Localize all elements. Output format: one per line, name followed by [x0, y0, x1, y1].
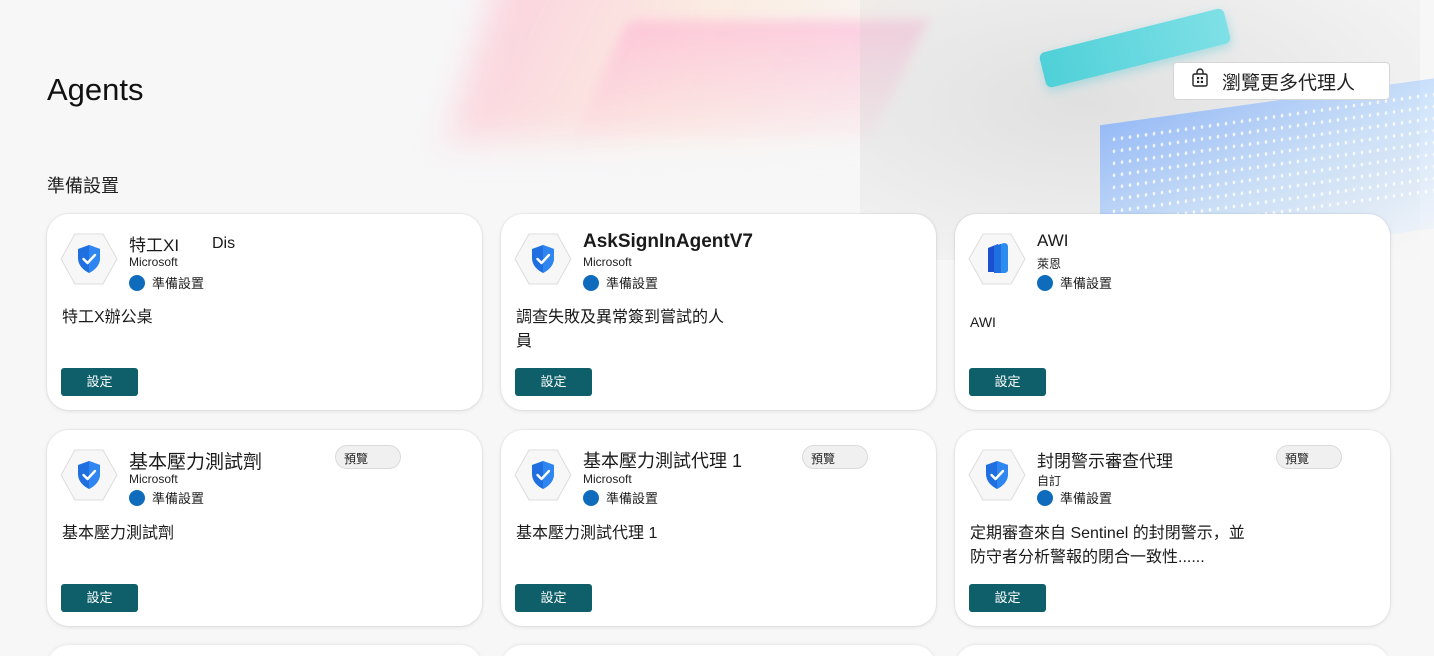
status-dot-icon	[583, 274, 599, 291]
agent-card-partial[interactable]	[47, 645, 482, 656]
page-title: Agents	[47, 72, 144, 107]
document-icon	[968, 232, 1026, 286]
agent-card-partial[interactable]	[501, 645, 936, 656]
shield-check-icon	[514, 448, 572, 502]
agent-card[interactable]: 基本壓力測試劑 預覽 Microsoft 準備設置 基本壓力測試劑 設定	[47, 430, 482, 626]
agent-card-partial[interactable]	[955, 645, 1390, 656]
agent-publisher: 自訂	[1037, 474, 1062, 488]
agent-name: AWI	[1037, 231, 1069, 250]
agent-description: 調查失敗及異常簽到嘗試的人員	[516, 309, 725, 350]
setup-button[interactable]: 設定	[61, 584, 138, 612]
agent-description: AWI	[970, 314, 996, 330]
agent-name: 基本壓力測試劑	[129, 452, 263, 473]
agent-description: 定期審查來自 Sentinel 的封閉警示，並防守者分析警報的閉合一致性....…	[970, 525, 1245, 566]
agent-status: 準備設置	[583, 488, 658, 507]
status-dot-icon	[1037, 489, 1053, 506]
setup-button[interactable]: 設定	[515, 368, 592, 396]
shield-check-icon	[60, 448, 118, 502]
status-dot-icon	[129, 274, 145, 291]
agent-description: 基本壓力測試代理 1	[516, 525, 658, 542]
setup-button[interactable]: 設定	[969, 584, 1046, 612]
browse-more-agents-button[interactable]: 瀏覽更多代理人	[1173, 62, 1390, 100]
shield-check-icon	[60, 232, 118, 286]
agent-card[interactable]: 特工XI Dis Microsoft 準備設置 特工X辦公桌 設定	[47, 214, 482, 410]
agent-name-suffix: Dis	[212, 235, 236, 252]
agent-status-label: 準備設置	[152, 276, 205, 291]
agent-card[interactable]: 基本壓力測試代理 1 預覽 Microsoft 準備設置 基本壓力測試代理 1 …	[501, 430, 936, 626]
setup-button[interactable]: 設定	[969, 368, 1046, 396]
agent-status: 準備設置	[1037, 273, 1112, 292]
setup-button[interactable]: 設定	[515, 584, 592, 612]
agent-status-label: 準備設置	[1060, 491, 1113, 506]
agent-card[interactable]: AskSignInAgentV7 Microsoft 準備設置 調查失敗及異常簽…	[501, 214, 936, 410]
status-dot-icon	[129, 489, 145, 506]
agent-status: 準備設置	[583, 273, 658, 292]
agent-status: 準備設置	[129, 488, 204, 507]
agent-status-label: 準備設置	[606, 276, 659, 291]
section-title: 準備設置	[47, 176, 119, 196]
agent-description: 基本壓力測試劑	[62, 525, 175, 542]
agent-publisher: Microsoft	[129, 255, 178, 269]
agent-publisher: Microsoft	[583, 255, 632, 269]
setup-button[interactable]: 設定	[61, 368, 138, 396]
preview-badge: 預覽	[1276, 445, 1342, 469]
agent-status-label: 準備設置	[606, 491, 659, 506]
agent-status: 準備設置	[129, 273, 204, 292]
agent-publisher: Microsoft	[583, 472, 632, 486]
preview-badge: 預覽	[802, 445, 868, 469]
agent-card[interactable]: 封閉警示審查代理 預覽 自訂 準備設置 定期審查來自 Sentinel 的封閉警…	[955, 430, 1390, 626]
agent-status-label: 準備設置	[1060, 276, 1113, 291]
browse-more-agents-label: 瀏覽更多代理人	[1222, 72, 1356, 94]
agent-card[interactable]: AWI 萊恩 準備設置 AWI 設定	[955, 214, 1390, 410]
shield-check-icon	[968, 448, 1026, 502]
agent-publisher: 萊恩	[1037, 257, 1062, 271]
agent-name: AskSignInAgentV7	[583, 231, 753, 252]
store-icon	[1190, 68, 1210, 94]
preview-badge: 預覽	[335, 445, 401, 469]
status-dot-icon	[1037, 274, 1053, 291]
agent-name: 封閉警示審查代理	[1037, 452, 1173, 471]
agent-name: 基本壓力測試代理 1	[583, 451, 743, 471]
agent-status: 準備設置	[1037, 488, 1112, 507]
agent-publisher: Microsoft	[129, 472, 178, 486]
shield-check-icon	[514, 232, 572, 286]
agent-status-label: 準備設置	[152, 491, 205, 506]
agent-name: 特工XI	[129, 236, 180, 255]
status-dot-icon	[583, 489, 599, 506]
agent-description: 特工X辦公桌	[62, 309, 153, 326]
